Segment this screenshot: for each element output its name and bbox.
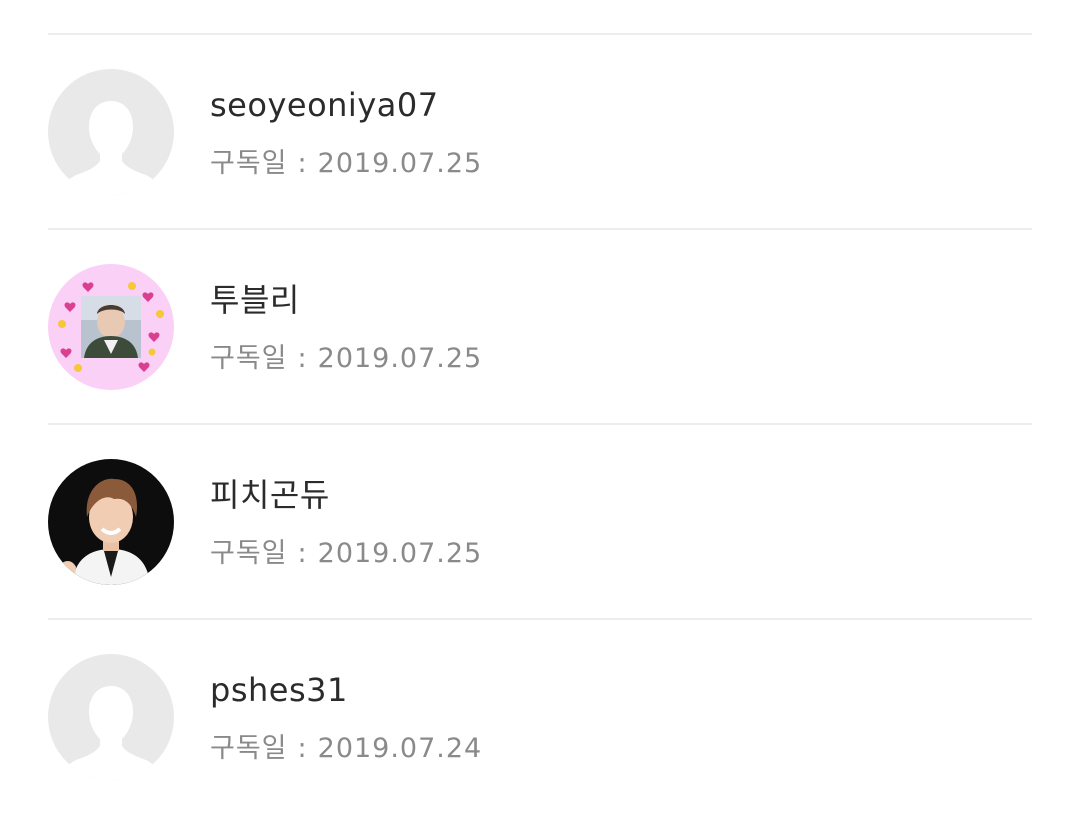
date-separator: :: [297, 148, 308, 179]
subscriber-list: seoyeoniya07 구독일:2019.07.25 투블리 구독일: 20…: [48, 35, 1032, 813]
subscriber-row[interactable]: 투블리 구독일:2019.07.25: [48, 230, 1032, 425]
date-label: 구독일: [210, 343, 288, 374]
subscriber-name[interactable]: pshes31: [210, 670, 348, 710]
subscription-date: 구독일:2019.07.24: [210, 732, 482, 766]
date-value: 2019.07.25: [317, 343, 483, 374]
subscription-date: 구독일:2019.07.25: [210, 537, 482, 571]
date-separator: :: [297, 343, 308, 374]
date-separator: :: [297, 538, 308, 569]
date-separator: :: [297, 733, 308, 764]
subscriber-name[interactable]: 피치곤듀: [210, 475, 330, 515]
subscriber-row[interactable]: pshes31 구독일:2019.07.24: [48, 620, 1032, 813]
subscriber-row[interactable]: 피치곤듀 구독일:2019.07.25: [48, 425, 1032, 620]
pink-heart-frame-avatar[interactable]: [48, 264, 174, 390]
subscriber-row[interactable]: seoyeoniya07 구독일:2019.07.25: [48, 35, 1032, 230]
default-profile-icon[interactable]: [48, 654, 174, 780]
date-value: 2019.07.24: [317, 733, 483, 764]
date-label: 구독일: [210, 538, 288, 569]
subscription-date: 구독일:2019.07.25: [210, 342, 482, 376]
date-label: 구독일: [210, 148, 288, 179]
subscriber-name[interactable]: 투블리: [210, 280, 300, 320]
date-label: 구독일: [210, 733, 288, 764]
default-profile-icon[interactable]: [48, 69, 174, 195]
date-value: 2019.07.25: [317, 148, 483, 179]
subscriber-name[interactable]: seoyeoniya07: [210, 85, 439, 125]
subscription-date: 구독일:2019.07.25: [210, 147, 482, 181]
portrait-photo-avatar[interactable]: [48, 459, 174, 585]
date-value: 2019.07.25: [317, 538, 483, 569]
